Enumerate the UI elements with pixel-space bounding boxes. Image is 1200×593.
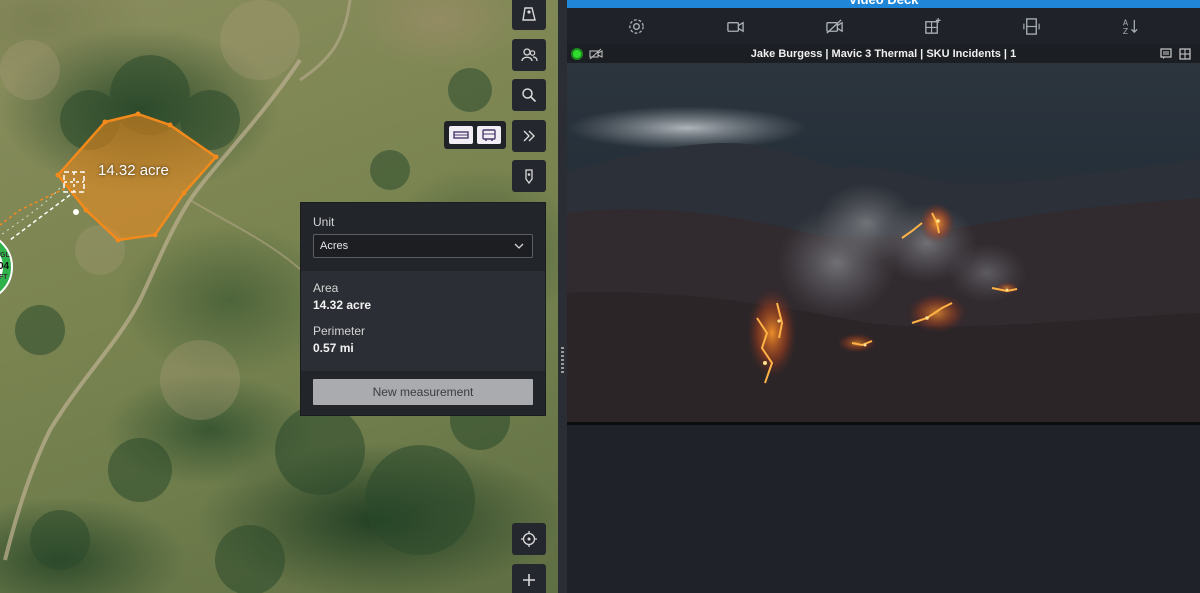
marker-button[interactable]	[512, 160, 546, 192]
people-icon	[521, 48, 538, 62]
settings-button[interactable]	[626, 16, 646, 36]
polygon-area-label: 14.32 acre	[98, 162, 169, 179]
sort-button[interactable]: AZ	[1121, 16, 1141, 36]
video-deck-header: Video Deck	[567, 0, 1200, 8]
marker-icon	[525, 169, 533, 185]
bus-icon	[482, 129, 496, 141]
recenter-button[interactable]	[512, 523, 546, 555]
unit-select-value: Acres	[320, 240, 349, 252]
panel-divider[interactable]	[558, 0, 567, 593]
gauge-unit: FT	[0, 274, 8, 281]
altitude-gauge[interactable]: GL 04 FT	[0, 232, 14, 302]
grid-add-icon	[925, 17, 941, 34]
map-pin-button[interactable]	[512, 0, 546, 30]
video-frame-border	[567, 422, 1200, 425]
search-icon	[522, 88, 537, 103]
svg-text:Z: Z	[1123, 27, 1128, 36]
gauge-value: 04	[0, 261, 10, 272]
split-view-button[interactable]	[1022, 16, 1042, 36]
video-feed[interactable]	[567, 63, 1200, 422]
grid-add-button[interactable]	[923, 16, 943, 36]
vehicle-icon	[453, 131, 469, 139]
camera-button[interactable]	[725, 16, 745, 36]
map-view[interactable]: 14.32 acre GL 04 FT Unit Acres Area 14.3…	[0, 0, 558, 593]
divider-grip-handle[interactable]	[561, 347, 564, 373]
map-pin-icon	[522, 7, 536, 21]
perimeter-label: Perimeter	[313, 324, 366, 338]
double-chevron-right-icon	[523, 130, 535, 142]
camera-off-button[interactable]	[824, 16, 844, 36]
video-stream-bar: Jake Burgess | Mavic 3 Thermal | SKU Inc…	[567, 44, 1200, 63]
perimeter-value: 0.57 mi	[313, 341, 354, 355]
new-measurement-button[interactable]: New measurement	[313, 379, 533, 405]
people-button[interactable]	[512, 39, 546, 71]
bus-layer-chip[interactable]	[477, 126, 501, 144]
search-button[interactable]	[512, 79, 546, 111]
wildfire-video-image	[567, 106, 1200, 422]
split-icon	[1023, 17, 1040, 35]
video-deck: Video Deck AZ Jake Burgess | Mavic 3 The…	[567, 0, 1200, 593]
crosshair-icon	[521, 531, 537, 547]
unit-label: Unit	[313, 215, 335, 229]
measurement-panel: Unit Acres Area 14.32 acre Perimeter 0.5…	[300, 202, 546, 416]
vehicle-layer-toggle[interactable]	[444, 121, 506, 149]
sort-az-icon: AZ	[1123, 18, 1138, 36]
area-label: Area	[313, 281, 339, 295]
fullscreen-icon[interactable]	[1179, 48, 1191, 60]
plus-icon	[523, 574, 535, 586]
unit-select[interactable]: Acres	[313, 234, 533, 258]
chevron-down-icon	[514, 243, 524, 249]
expand-panel-button[interactable]	[512, 120, 546, 152]
video-deck-toolbar: AZ	[567, 8, 1200, 44]
gauge-top-label: GL	[0, 252, 10, 259]
vehicle-layer-chip[interactable]	[449, 126, 473, 144]
camera-icon	[726, 21, 744, 32]
chat-icon[interactable]	[1160, 48, 1172, 60]
area-value: 14.32 acre	[313, 298, 372, 312]
camera-off-icon	[825, 18, 843, 34]
video-stream-title: Jake Burgess | Mavic 3 Thermal | SKU Inc…	[750, 47, 1017, 60]
settings-icon	[629, 18, 644, 34]
zoom-in-button[interactable]	[512, 564, 546, 593]
